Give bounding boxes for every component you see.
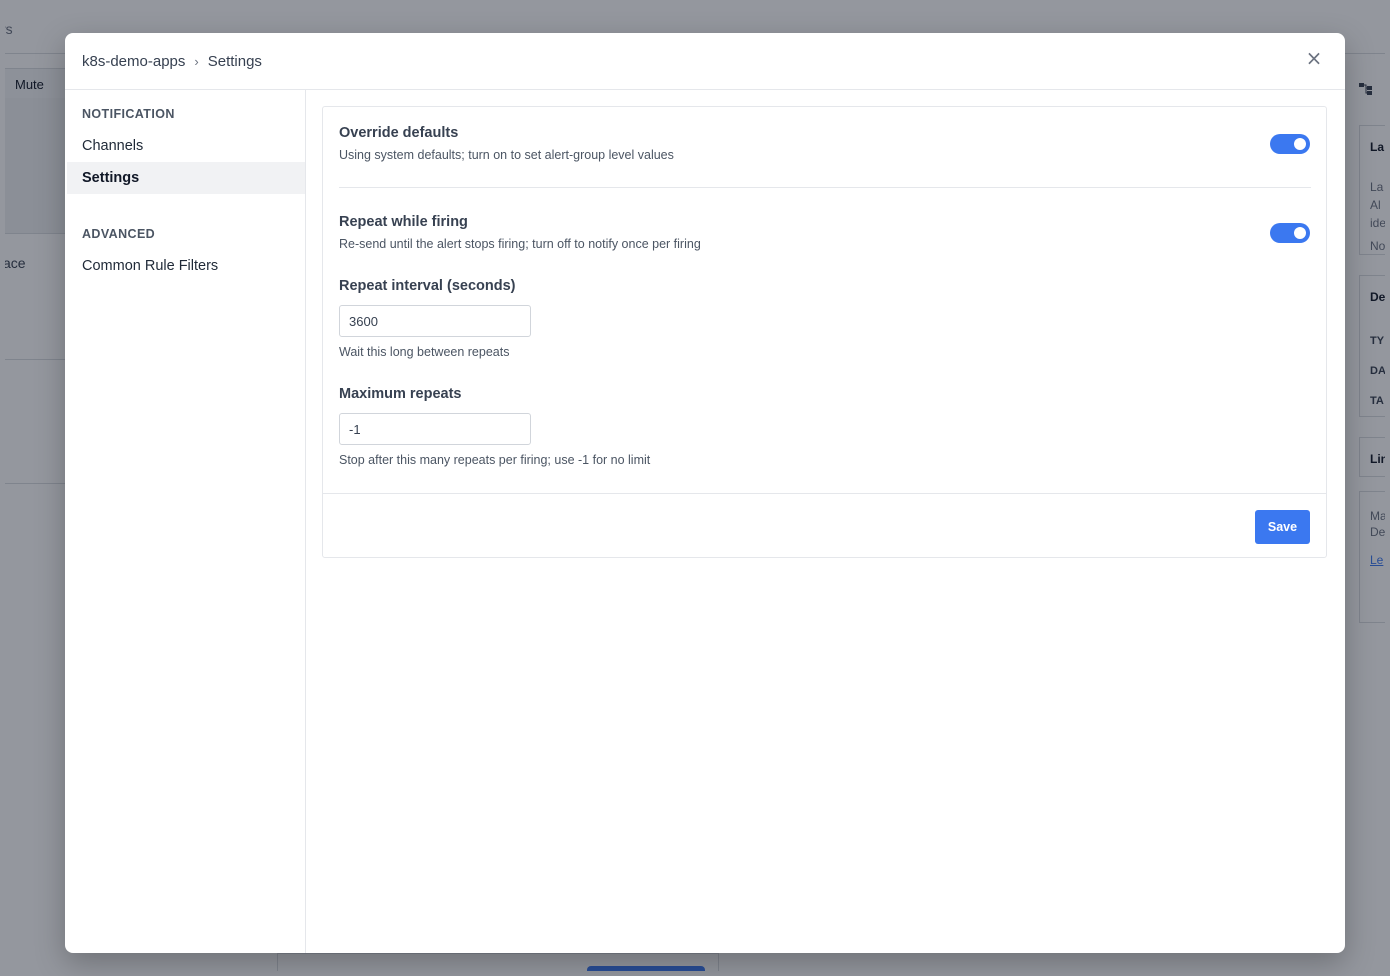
card-footer-divider — [323, 493, 1326, 494]
sidebar-item-common-rule-filters[interactable]: Common Rule Filters — [67, 250, 305, 282]
sidebar-section-notification: NOTIFICATION — [82, 107, 175, 121]
repeat-while-firing-description: Re-send until the alert stops firing; tu… — [339, 237, 701, 251]
maximum-repeats-help: Stop after this many repeats per firing;… — [339, 453, 651, 467]
save-button[interactable]: Save — [1255, 510, 1310, 544]
repeat-interval-label: Repeat interval (seconds) — [339, 278, 516, 294]
close-icon[interactable]: × — [1303, 47, 1325, 69]
maximum-repeats-input[interactable] — [339, 413, 531, 445]
sidebar-section-advanced: ADVANCED — [82, 227, 156, 241]
breadcrumb: k8s-demo-apps › Settings — [82, 53, 262, 70]
settings-card: Override defaults Using system defaults;… — [322, 106, 1327, 558]
settings-sidebar: NOTIFICATION Channels Settings ADVANCED … — [65, 90, 306, 953]
section-divider — [339, 187, 1311, 188]
breadcrumb-project[interactable]: k8s-demo-apps — [82, 53, 185, 70]
override-defaults-toggle[interactable] — [1270, 134, 1310, 154]
repeat-while-firing-toggle[interactable] — [1270, 223, 1310, 243]
repeat-interval-input[interactable] — [339, 305, 531, 337]
override-defaults-description: Using system defaults; turn on to set al… — [339, 148, 674, 162]
chevron-right-icon: › — [194, 54, 199, 69]
settings-modal: k8s-demo-apps › Settings × NOTIFICATION … — [65, 33, 1345, 953]
repeat-interval-help: Wait this long between repeats — [339, 345, 510, 359]
override-defaults-title: Override defaults — [339, 125, 459, 141]
toggle-knob — [1294, 227, 1306, 239]
repeat-while-firing-title: Repeat while firing — [339, 214, 468, 230]
sidebar-item-channels[interactable]: Channels — [67, 130, 305, 162]
sidebar-item-settings[interactable]: Settings — [67, 162, 305, 194]
modal-header: k8s-demo-apps › Settings × — [65, 33, 1345, 90]
maximum-repeats-label: Maximum repeats — [339, 386, 462, 402]
toggle-knob — [1294, 138, 1306, 150]
breadcrumb-current: Settings — [207, 53, 262, 70]
